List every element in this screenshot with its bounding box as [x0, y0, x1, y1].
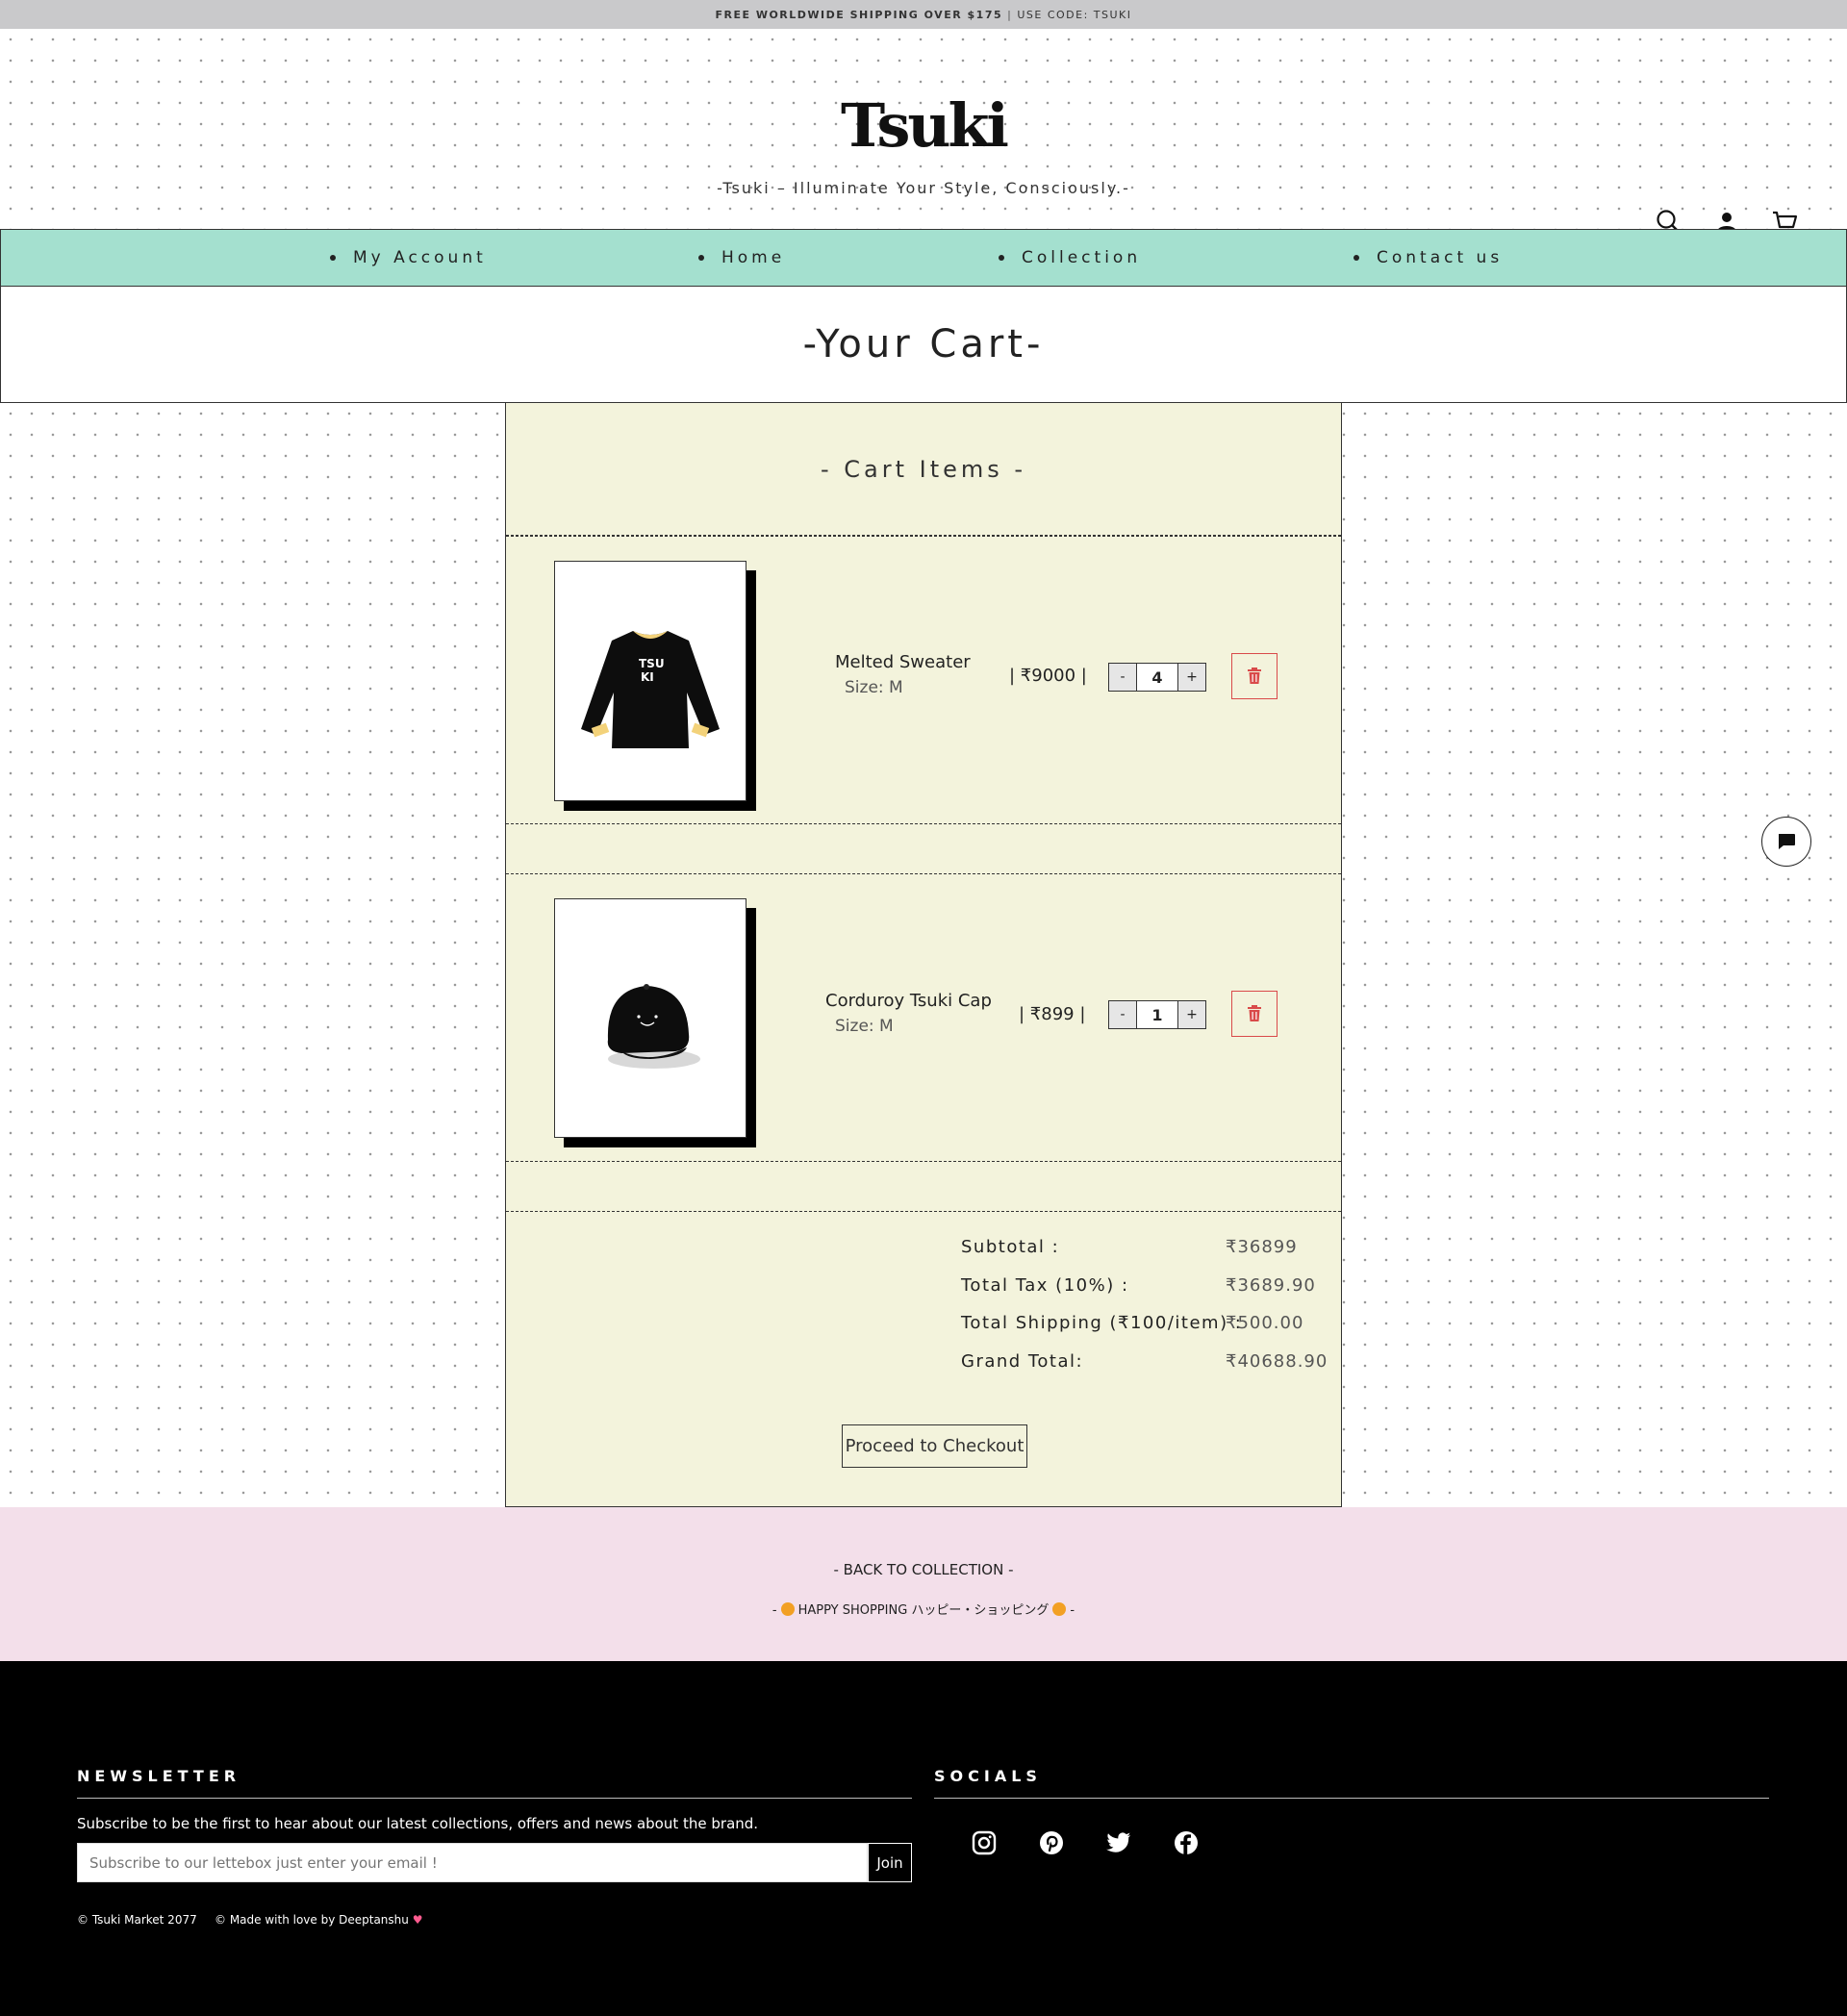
order-summary: Subtotal : ₹36899 Total Tax (10%) : ₹368… [506, 1211, 1341, 1506]
summary-value: ₹500.00 [1226, 1313, 1304, 1333]
summary-row-subtotal: Subtotal : ₹36899 [961, 1237, 1327, 1257]
summary-label: Subtotal : [961, 1237, 1060, 1257]
quantity-value[interactable]: 4 [1136, 664, 1178, 691]
quantity-value[interactable]: 1 [1136, 1001, 1178, 1028]
newsletter-heading: NEWSLETTER [77, 1767, 241, 1785]
instagram-icon[interactable] [970, 1828, 999, 1857]
join-button[interactable]: Join [868, 1843, 912, 1882]
summary-value: ₹36899 [1226, 1237, 1298, 1257]
increase-button[interactable]: + [1178, 664, 1205, 691]
quantity-stepper: - 4 + [1108, 663, 1206, 692]
quantity-stepper: - 1 + [1108, 1000, 1206, 1029]
heart-icon: ♥ [412, 1913, 423, 1927]
product-price: | ₹899 | [1019, 1004, 1086, 1024]
product-image-sweater[interactable]: TSU KI [554, 561, 746, 801]
nav-label: Contact us [1377, 248, 1504, 267]
decrease-button[interactable]: - [1109, 1001, 1136, 1028]
back-to-collection-link[interactable]: - BACK TO COLLECTION - [0, 1561, 1847, 1578]
socials-heading: SOCIALS [934, 1767, 1042, 1785]
twitter-icon[interactable] [1104, 1828, 1133, 1857]
delete-button[interactable] [1231, 653, 1278, 699]
email-input[interactable] [77, 1843, 868, 1882]
nav-label: Collection [1022, 248, 1142, 267]
happy-prefix: - [772, 1603, 777, 1618]
summary-value: ₹40688.90 [1226, 1351, 1328, 1372]
copyright: © Tsuki Market 2077 [77, 1913, 197, 1927]
product-size: Size: M [835, 1017, 894, 1036]
nav-item-contact-us[interactable]: Contact us [1354, 248, 1503, 267]
site-header: Tsuki -Tsuki – Illuminate Your Style, Co… [0, 29, 1847, 236]
smile-emoji-icon [1052, 1602, 1067, 1616]
made-with-love: © Made with love by Deeptanshu ♥ [215, 1913, 422, 1927]
pinterest-icon[interactable] [1037, 1828, 1066, 1857]
site-footer: NEWSLETTER Subscribe to be the first to … [0, 1661, 1847, 2016]
nav-label: My Account [353, 248, 487, 267]
social-links [970, 1828, 1201, 1857]
summary-value: ₹3689.90 [1226, 1275, 1316, 1296]
decrease-button[interactable]: - [1109, 664, 1136, 691]
made-with-label: © Made with love by Deeptanshu [215, 1913, 409, 1927]
nav-item-collection[interactable]: Collection [999, 248, 1141, 267]
divider [934, 1798, 1769, 1799]
product-image-cap[interactable] [554, 898, 746, 1138]
happy-label: HAPPY SHOPPING ハッピー・ショッピング [797, 1603, 1050, 1618]
product-price: | ₹9000 | [1009, 666, 1087, 686]
page-title: -Your Cart- [0, 287, 1847, 403]
main-nav: My Account Home Collection Contact us [0, 229, 1847, 287]
tagline: -Tsuki – Illuminate Your Style, Consciou… [717, 179, 1130, 197]
summary-row-tax: Total Tax (10%) : ₹3689.90 [961, 1275, 1327, 1296]
happy-suffix: - [1070, 1603, 1075, 1618]
summary-label: Grand Total: [961, 1351, 1084, 1372]
bullet [999, 255, 1004, 261]
nav-label: Home [721, 248, 786, 267]
svg-text:TSU: TSU [639, 657, 665, 670]
summary-row-shipping: Total Shipping (₹100/item) : ₹500.00 [961, 1313, 1327, 1333]
cart-heading: - Cart Items - [506, 403, 1341, 536]
smile-emoji-icon [780, 1602, 795, 1616]
svg-text:KI: KI [641, 670, 654, 684]
trash-icon [1248, 1005, 1261, 1021]
product-name[interactable]: Melted Sweater [835, 652, 971, 672]
summary-label: Total Tax (10%) : [961, 1275, 1129, 1296]
chat-button[interactable] [1761, 817, 1811, 867]
announcement-code: USE CODE: TSUKI [1017, 8, 1132, 21]
increase-button[interactable]: + [1178, 1001, 1205, 1028]
back-band: - BACK TO COLLECTION - - HAPPY SHOPPING ハ… [0, 1507, 1847, 1661]
happy-shopping-text: - HAPPY SHOPPING ハッピー・ショッピング - [0, 1600, 1847, 1618]
bullet [330, 255, 336, 261]
logo[interactable]: Tsuki [0, 90, 1847, 161]
checkout-button[interactable]: Proceed to Checkout [842, 1424, 1027, 1468]
cart-item: Corduroy Tsuki Cap Size: M | ₹899 | - 1 … [506, 873, 1341, 1162]
cart-item: TSU KI Melted Sweater Size: M | ₹9000 | … [506, 536, 1341, 824]
summary-label: Total Shipping (₹100/item) : [961, 1313, 1243, 1333]
announcement-separator: | [1007, 8, 1013, 21]
product-name[interactable]: Corduroy Tsuki Cap [825, 991, 992, 1011]
facebook-icon[interactable] [1172, 1828, 1201, 1857]
announcement-text: FREE WORLDWIDE SHIPPING OVER $175 [715, 8, 1003, 21]
trash-icon [1248, 668, 1261, 684]
cart-panel: - Cart Items - TSU KI Melted Sweater Siz… [505, 403, 1342, 1507]
summary-row-grand-total: Grand Total: ₹40688.90 [961, 1351, 1327, 1372]
bullet [698, 255, 704, 261]
product-size: Size: M [845, 678, 903, 697]
nav-item-my-account[interactable]: My Account [330, 248, 487, 267]
cart-section: - Cart Items - TSU KI Melted Sweater Siz… [0, 403, 1847, 1507]
delete-button[interactable] [1231, 991, 1278, 1037]
bullet [1354, 255, 1359, 261]
newsletter-description: Subscribe to be the first to hear about … [77, 1815, 759, 1832]
nav-item-home[interactable]: Home [698, 248, 785, 267]
divider [77, 1798, 912, 1799]
announcement-bar: FREE WORLDWIDE SHIPPING OVER $175 | USE … [0, 0, 1847, 29]
chat-icon [1779, 834, 1795, 849]
